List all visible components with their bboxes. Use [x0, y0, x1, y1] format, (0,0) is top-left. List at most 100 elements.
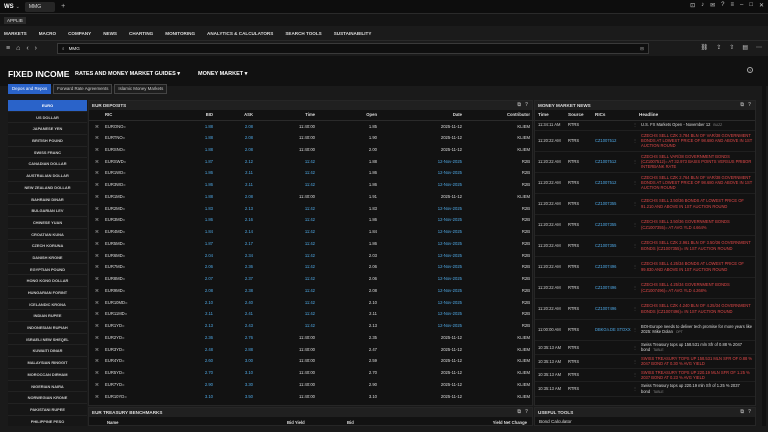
bell-icon[interactable]: ♪ [701, 2, 704, 9]
currency-item[interactable]: JAPANESE YEN [8, 123, 87, 136]
currency-item[interactable]: DANISH KRONE [8, 252, 87, 264]
currency-item[interactable]: ISRAELI NEW SHEQEL [8, 334, 87, 346]
row-chart-icon[interactable]: ⌘ [89, 355, 105, 367]
row-chart-icon[interactable]: ⌘ [89, 238, 105, 250]
table-row[interactable]: ⌘ EUR11MD= 2.11 2.41 11:42 2.11 12-Nov-2025 R2B [89, 308, 534, 320]
col-name[interactable]: Name [107, 420, 287, 425]
currency-item[interactable]: EURO [8, 100, 87, 112]
news-row[interactable]: 11:20:22 AM RTRS CZ1007355 ⋮ CZECHS SELL CZK… [535, 235, 755, 257]
news-headline[interactable]: SWISS TREASURY TOPS UP 220.19 MLN SFR OF… [639, 368, 755, 383]
news-row[interactable]: 11:20:22 AM RTRS CZ1007355 ⋮ CZECHS SELL 3.5… [535, 193, 755, 215]
col-news-headline[interactable]: Headline [639, 110, 755, 121]
menu-icon[interactable]: ≡ [730, 2, 734, 9]
news-rics[interactable] [595, 340, 633, 356]
row-chart-icon[interactable]: ⌘ [89, 179, 105, 191]
row-chart-icon[interactable]: ⌘ [89, 296, 105, 308]
currency-item[interactable]: CHINESE YUAN [8, 217, 87, 229]
row-chart-icon[interactable]: ⌘ [89, 226, 105, 238]
news-headline[interactable]: SWISS TREASURY TOPS UP 158.531 MLN SFR O… [639, 354, 755, 369]
col-yield-net-change[interactable]: Yield Net Change [457, 420, 527, 425]
table-row[interactable]: ⌘ EUR2MD= 1.83 2.13 11:42 1.83 12-Nov-2025 R2B [89, 202, 534, 214]
currency-item[interactable]: PHILIPPINE PESO [8, 416, 87, 426]
menu-markets[interactable]: MARKETS [4, 31, 27, 36]
rates-guides-dropdown[interactable]: RATES AND MONEY MARKET GUIDES ▾ [75, 71, 180, 77]
menu-news[interactable]: NEWS [103, 31, 117, 36]
currency-item[interactable]: BRITISH POUND [8, 135, 87, 147]
browser-tab[interactable]: MMG [24, 1, 56, 12]
news-rics[interactable] [595, 120, 633, 131]
news-row[interactable]: 11:20:22 AM RTRS CZ1007512 ⋮ CZECHS SELL VAR… [535, 151, 755, 173]
currency-item[interactable]: AUSTRALIAN DOLLAR [8, 170, 87, 182]
table-row[interactable]: ⌘ EUR10MD= 2.10 2.40 11:42 2.10 12-Nov-2025 R2B [89, 296, 534, 308]
popout-icon[interactable]: ⧉ [517, 409, 521, 415]
news-rics[interactable]: CZ1007512 [595, 151, 633, 173]
col-ric[interactable]: RIC [105, 110, 167, 121]
table-row[interactable]: ⌘ EUR3YD= 2.48 2.88 11:40:00 2.47 2025-11-12 KL… [89, 343, 534, 355]
menu-macro[interactable]: MACRO [39, 31, 56, 36]
table-row[interactable]: ⌘ EUR1YD= 2.13 2.43 11:42 2.13 12-Nov-2025 R2B [89, 320, 534, 332]
col-open[interactable]: Open [315, 110, 377, 121]
table-row[interactable]: ⌘ EURSNO= 1.88 2.08 11:40:00 2.00 2025-11-12 KL… [89, 144, 534, 156]
row-chart-icon[interactable]: ⌘ [89, 273, 105, 285]
currency-item[interactable]: MOROCCAN DIRHAM [8, 369, 87, 381]
news-rics[interactable] [595, 368, 633, 383]
table-row[interactable]: ⌘ EUR5YD= 2.70 3.10 11:40:00 2.70 2025-11-12 KL… [89, 367, 534, 379]
table-row[interactable]: ⌘ EUR7MD= 2.06 2.36 11:42 2.06 12-Nov-2025 R2B [89, 261, 534, 273]
row-chart-icon[interactable]: ⌘ [89, 249, 105, 261]
help-icon[interactable]: ? [525, 409, 528, 415]
news-headline[interactable]: CZECHS SELL CZK 3.784 BLN OF VAR/38 GOVE… [639, 130, 755, 152]
table-row[interactable]: ⌘ EUR7YD= 2.90 3.30 11:40:00 2.90 2025-11-12 KL… [89, 379, 534, 391]
news-row[interactable]: 10:35:13 AM RTRS ⋮ SWISS TREASURY TOPS UP 2… [535, 368, 755, 383]
news-row[interactable]: 11:20:22 AM RTRS CZ1007355 ⋮ CZECHS SELL 3.5… [535, 214, 755, 236]
currency-item[interactable]: CZECH KORUNA [8, 240, 87, 252]
currency-item[interactable]: CANADIAN DOLLAR [8, 158, 87, 171]
news-headline[interactable]: CZECHS SELL 3.50/36 BONDS AT LOWEST PRIC… [639, 193, 755, 215]
news-row[interactable]: 11:20:22 AM RTRS CZ1007512 ⋮ CZECHS SELL CZK… [535, 172, 755, 194]
col-news-rics[interactable]: RICs [595, 110, 633, 121]
col-bid-yield[interactable]: Bid Yield [287, 420, 347, 425]
table-row[interactable]: ⌘ EURSWD= 1.87 2.12 11:42 1.88 12-Nov-2025 R2B [89, 155, 534, 167]
bookmark-icon[interactable]: ⊟ [640, 46, 644, 52]
row-chart-icon[interactable]: ⌘ [89, 191, 105, 203]
currency-item[interactable]: ICELANDIC KRONA [8, 299, 87, 311]
news-row[interactable]: 11:34:11 AM RTRS ⋮ U.S. FX Markets Open - N… [535, 120, 755, 131]
close-icon[interactable]: ✕ [759, 2, 764, 9]
col-date[interactable]: Date [377, 110, 462, 121]
news-headline[interactable]: Swiss Treasury tops up 220.19 mln Sfr of… [639, 381, 755, 397]
table-row[interactable]: ⌘ EUR1WD= 1.86 2.11 11:42 1.86 12-Nov-2025 R2B [89, 167, 534, 179]
table-row[interactable]: ⌘ EUR1MD= 1.88 2.08 11:40:00 1.91 2025-11-12 KL… [89, 191, 534, 203]
currency-item[interactable]: NORWEGIAN KRONE [8, 392, 87, 404]
share-icon[interactable]: ⇧ [729, 44, 734, 51]
pin-icon[interactable]: ⊡ [690, 2, 695, 9]
col-ask[interactable]: ASK [213, 110, 253, 121]
news-row[interactable]: 10:35:13 AM RTRS ⋮ Swiss Treasury tops up 1… [535, 340, 755, 356]
currency-item[interactable]: BAHRAINI DINAR [8, 194, 87, 206]
news-headline[interactable]: CZECHS SELL 4.25/34 BONDS AT LOWEST PRIC… [639, 256, 755, 278]
row-chart-icon[interactable]: ⌘ [89, 379, 105, 391]
news-headline[interactable]: BOI-Europe needs to deliver tech promise… [639, 319, 755, 341]
currency-item[interactable]: SWISS FRANC [8, 147, 87, 159]
favorite-applib[interactable]: APPLIB [4, 16, 26, 24]
currency-item[interactable]: INDONESIAN RUPIAH [8, 322, 87, 334]
back-icon[interactable]: ‹ [26, 45, 28, 52]
help-icon[interactable]: ? [721, 2, 724, 9]
maximize-icon[interactable]: □ [749, 2, 753, 9]
currency-item[interactable]: KUWAITI DINAR [8, 345, 87, 358]
col-time[interactable]: Time [253, 110, 315, 121]
row-chart-icon[interactable]: ⌘ [89, 214, 105, 226]
save-icon[interactable]: ▤ [742, 44, 748, 51]
row-chart-icon[interactable]: ⌘ [89, 308, 105, 320]
tab-fra[interactable]: Forward Rate Agreements [53, 84, 113, 94]
currency-item[interactable]: INDIAN RUPEE [8, 310, 87, 323]
currency-item[interactable]: US DOLLAR [8, 112, 87, 124]
new-tab-icon[interactable]: + [61, 3, 65, 10]
currency-item[interactable]: HONG KONG DOLLAR [8, 275, 87, 287]
currency-item[interactable]: PAKISTANI RUPEE [8, 404, 87, 416]
news-rics[interactable]: CZ1007355 [595, 214, 633, 236]
link-icon[interactable]: ⛓ [701, 44, 709, 51]
news-headline[interactable]: CZECHS SELL CZK 4.240 BLN OF 4.25/34 GOV… [639, 298, 755, 320]
page-help-icon[interactable]: ? [747, 67, 753, 73]
table-row[interactable]: ⌘ EUR4YD= 2.60 3.00 11:40:00 2.59 2025-11-12 KL… [89, 355, 534, 367]
col-bid[interactable]: Bid [347, 420, 457, 425]
page-scrollbar[interactable] [762, 56, 766, 426]
